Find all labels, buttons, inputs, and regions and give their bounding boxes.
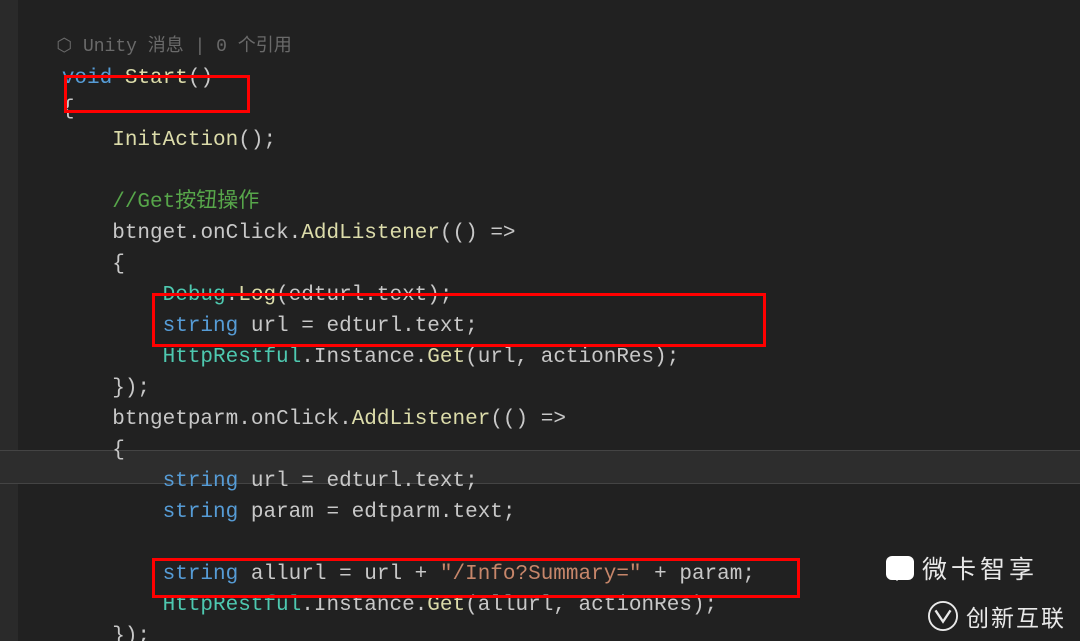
logo-icon: [928, 601, 958, 631]
watermark-text: 微卡智享: [922, 550, 1038, 586]
call: InitAction: [112, 129, 238, 152]
annotation-box: [152, 558, 800, 598]
watermark-text: 创新互联: [966, 599, 1066, 633]
comment: //Get按钮操作: [112, 191, 259, 214]
watermark-brand: 创新互联: [928, 599, 1066, 633]
code-lens[interactable]: ⬡ Unity 消息 | 0 个引用: [24, 37, 292, 57]
chat-icon: [886, 556, 914, 580]
annotation-box: [152, 293, 766, 347]
watermark-brand: 微卡智享: [886, 550, 1038, 586]
annotation-box: [64, 75, 250, 113]
gutter: [0, 0, 18, 641]
code-editor: ⬡ Unity 消息 | 0 个引用 void Start() { InitAc…: [0, 0, 1080, 641]
